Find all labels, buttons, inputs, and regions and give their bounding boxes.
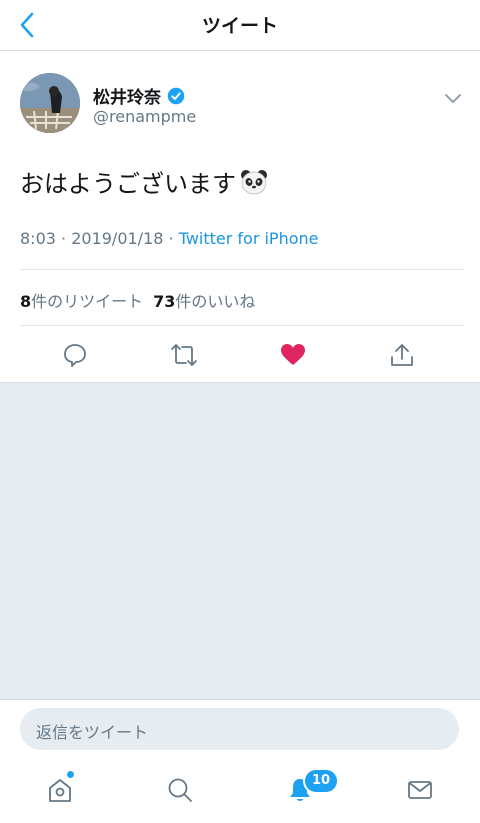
- retweets-stat[interactable]: 8件のリツイート: [20, 288, 143, 312]
- avatar-photo: [20, 73, 80, 133]
- tab-messages[interactable]: [400, 770, 440, 810]
- retweets-count: 8: [20, 292, 32, 311]
- tweet-time: 8:03: [20, 229, 56, 248]
- replies-area: [0, 382, 480, 700]
- notifications-badge: 10: [303, 768, 339, 794]
- heart-filled-icon: [281, 344, 305, 365]
- tweet-timestamp: 8:03 · 2019/01/18 · Twitter for iPhone: [20, 229, 319, 248]
- like-button[interactable]: [278, 340, 308, 370]
- engagement-stats: 8件のリツイート 73件のいいね: [20, 288, 265, 312]
- divider: [20, 269, 464, 270]
- meta-separator-2: ·: [163, 229, 179, 248]
- divider: [20, 325, 464, 326]
- retweet-button[interactable]: [169, 340, 199, 370]
- share-button[interactable]: [387, 340, 417, 370]
- home-icon: [49, 779, 71, 802]
- tweet-date: 2019/01/18: [71, 229, 164, 248]
- avatar[interactable]: [20, 73, 80, 133]
- user-handle[interactable]: @renampme: [93, 107, 196, 126]
- tab-home[interactable]: [40, 770, 80, 810]
- search-icon: [168, 778, 192, 802]
- tweet-options-button[interactable]: [442, 87, 464, 109]
- page-title: ツイート: [201, 15, 278, 37]
- likes-count: 73: [153, 292, 176, 311]
- tweet-source-link[interactable]: Twitter for iPhone: [179, 229, 319, 248]
- share-icon: [391, 344, 413, 366]
- name-row: 松井玲奈: [93, 83, 185, 108]
- retweet-icon: [171, 344, 197, 366]
- tweet-text-content: おはようございます: [20, 170, 236, 198]
- retweets-label: 件のリツイート: [31, 292, 144, 311]
- top-navigation-bar: ツイート: [0, 0, 480, 51]
- tab-search[interactable]: [160, 770, 200, 810]
- reply-input[interactable]: 返信をツイート: [20, 708, 459, 750]
- reply-icon: [64, 344, 86, 367]
- bottom-tab-bar: 10: [0, 758, 480, 823]
- likes-label: 件のいいね: [175, 292, 256, 311]
- tweet-actions: [0, 336, 480, 374]
- meta-separator: ·: [55, 229, 72, 248]
- verified-badge-icon: [167, 87, 185, 104]
- home-new-dot: [67, 771, 74, 778]
- tweet-text: おはようございます: [20, 164, 268, 199]
- mail-icon: [408, 781, 432, 799]
- reply-button[interactable]: [60, 340, 90, 370]
- reply-placeholder: 返信をツイート: [36, 723, 149, 742]
- tweet-author: 松井玲奈 @renampme: [20, 73, 464, 135]
- chevron-down-icon: [445, 94, 461, 103]
- display-name[interactable]: 松井玲奈: [93, 83, 161, 108]
- likes-stat[interactable]: 73件のいいね: [153, 288, 255, 312]
- panda-emoji-icon: [241, 169, 267, 194]
